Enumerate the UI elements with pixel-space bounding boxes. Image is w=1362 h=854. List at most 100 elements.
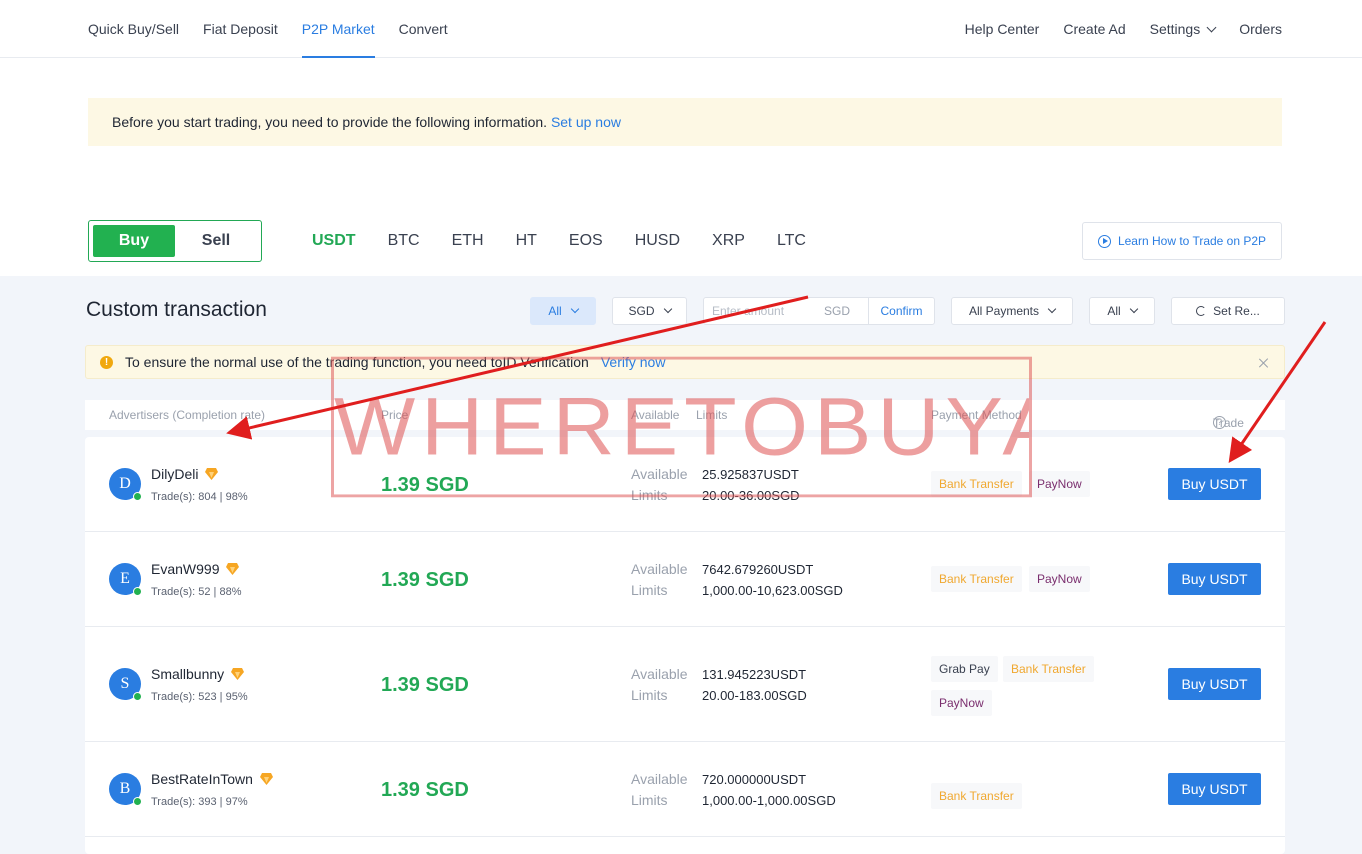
chevron-down-icon <box>663 304 672 314</box>
diamond-icon <box>226 563 240 575</box>
payment-tag-paynow: PayNow <box>931 690 992 716</box>
amount-filter: SGD Confirm <box>703 297 935 325</box>
coin-tab-xrp[interactable]: XRP <box>712 232 745 250</box>
available-value: 131.945223USDT <box>702 667 807 682</box>
trade-stats: Trade(s): 804 | 98% <box>151 491 248 503</box>
chevron-down-icon <box>1047 304 1057 314</box>
limits-label: Limits <box>631 687 668 703</box>
online-dot <box>133 587 142 596</box>
online-dot <box>133 492 142 501</box>
price: 1.39 SGD <box>381 674 469 696</box>
ads-table: D DilyDeli Trade(s): 804 | 98% 1.39 SGD … <box>85 437 1285 854</box>
table-row: S Smallbunny Trade(s): 523 | 95% 1.39 SG… <box>85 627 1285 742</box>
currency-dropdown[interactable]: SGD <box>612 297 687 325</box>
avatar-initial: S <box>120 675 130 692</box>
avatar: S <box>109 668 142 701</box>
nav-help-center[interactable]: Help Center <box>965 0 1040 58</box>
chevron-down-icon <box>570 304 579 314</box>
online-dot <box>133 797 142 806</box>
payment-tag-bank-transfer: Bank Transfer <box>931 566 1022 592</box>
coin-tab-eth[interactable]: ETH <box>452 232 484 250</box>
payment-tag-grab-pay: Grab Pay <box>931 656 998 682</box>
buy-usdt-button[interactable]: Buy USDT <box>1168 773 1261 805</box>
amount-confirm-button[interactable]: Confirm <box>868 298 934 324</box>
learn-how-to-trade-button[interactable]: Learn How to Trade on P2P <box>1082 222 1282 260</box>
coin-tab-ltc[interactable]: LTC <box>777 232 806 250</box>
coin-tab-eos[interactable]: EOS <box>569 232 603 250</box>
avatar-initial: D <box>119 475 131 492</box>
advertiser-name[interactable]: BestRateInTown <box>151 771 273 787</box>
diamond-icon <box>205 468 219 480</box>
chevron-down-icon <box>1129 304 1138 314</box>
available-label: Available <box>631 561 688 577</box>
available-value: 7642.679260USDT <box>702 562 814 577</box>
price: 1.39 SGD <box>381 779 469 801</box>
amount-input[interactable] <box>704 298 824 324</box>
table-row: E EvanW999 Trade(s): 52 | 88% 1.39 SGD A… <box>85 532 1285 627</box>
trade-stats: Trade(s): 393 | 97% <box>151 796 248 808</box>
avatar-initial: E <box>120 570 130 587</box>
advertiser-name[interactable]: DilyDeli <box>151 466 219 482</box>
coin-tabs: USDT BTC ETH HT EOS HUSD XRP LTC <box>312 220 838 262</box>
region-dropdown[interactable]: All <box>1089 297 1155 325</box>
amount-unit: SGD <box>824 304 851 318</box>
limits-value: 20.00-183.00SGD <box>702 688 807 703</box>
avatar: B <box>109 773 142 806</box>
limits-label: Limits <box>631 582 668 598</box>
nav-fiat-deposit[interactable]: Fiat Deposit <box>203 0 278 58</box>
advertiser-name-text: Smallbunny <box>151 666 225 682</box>
coin-tab-btc[interactable]: BTC <box>388 232 420 250</box>
nav-left: Quick Buy/Sell Fiat Deposit P2P Market C… <box>88 0 472 58</box>
advertiser-name-text: DilyDeli <box>151 466 199 482</box>
limits-value: 1,000.00-10,623.00SGD <box>702 583 843 598</box>
chevron-down-icon <box>1206 22 1217 33</box>
region-label: All <box>1107 304 1121 318</box>
payment-tag-paynow: PayNow <box>1029 566 1090 592</box>
nav-quick-buy-sell[interactable]: Quick Buy/Sell <box>88 0 179 58</box>
trade-stats: Trade(s): 52 | 88% <box>151 586 242 598</box>
avatar: D <box>109 468 142 501</box>
sell-tab[interactable]: Sell <box>175 225 257 257</box>
nav-create-ad[interactable]: Create Ad <box>1063 0 1125 58</box>
diamond-icon <box>259 773 273 785</box>
nav-p2p-market[interactable]: P2P Market <box>301 0 375 58</box>
refresh-label: Set Re... <box>1213 304 1260 318</box>
refresh-button[interactable]: Set Re... <box>1171 297 1285 325</box>
section-title: Custom transaction <box>86 298 267 321</box>
payments-dropdown[interactable]: All Payments <box>951 297 1073 325</box>
top-navigation: Quick Buy/Sell Fiat Deposit P2P Market C… <box>0 0 1362 58</box>
payment-tag-paynow: PayNow <box>1029 471 1090 497</box>
advertiser-name[interactable]: Smallbunny <box>151 666 245 682</box>
coin-tab-husd[interactable]: HUSD <box>635 232 680 250</box>
price: 1.39 SGD <box>381 569 469 591</box>
nav-convert[interactable]: Convert <box>399 0 448 58</box>
close-icon[interactable] <box>1258 357 1270 369</box>
buy-usdt-button[interactable]: Buy USDT <box>1168 668 1261 700</box>
buy-sell-toggle: Buy Sell <box>88 220 262 262</box>
payment-tag-bank-transfer: Bank Transfer <box>931 783 1022 809</box>
payment-tag-bank-transfer: Bank Transfer <box>1003 656 1094 682</box>
advertiser-name[interactable]: EvanW999 <box>151 561 240 577</box>
available-label: Available <box>631 666 688 682</box>
coin-tab-usdt[interactable]: USDT <box>312 232 356 250</box>
setup-notice: Before you start trading, you need to pr… <box>88 98 1282 146</box>
avatar-initial: B <box>119 780 131 797</box>
setup-now-link[interactable]: Set up now <box>551 114 621 130</box>
buy-usdt-button[interactable]: Buy USDT <box>1168 468 1261 500</box>
nav-settings[interactable]: Settings <box>1149 0 1217 58</box>
col-advertisers: Advertisers (Completion rate) <box>109 408 266 422</box>
limits-label: Limits <box>631 792 668 808</box>
buy-tab[interactable]: Buy <box>93 225 175 257</box>
available-value: 720.000000USDT <box>702 772 807 787</box>
limits-value: 1,000.00-1,000.00SGD <box>702 793 836 808</box>
warning-icon: ! <box>100 355 113 369</box>
settings-label: Settings <box>1149 21 1201 37</box>
type-filter-label: All <box>548 304 562 318</box>
learn-label: Learn How to Trade on P2P <box>1117 234 1267 248</box>
diamond-icon <box>231 668 245 680</box>
type-filter-dropdown[interactable]: All <box>530 297 596 325</box>
buy-usdt-button[interactable]: Buy USDT <box>1168 563 1261 595</box>
play-icon <box>1097 234 1111 248</box>
coin-tab-ht[interactable]: HT <box>516 232 537 250</box>
nav-orders[interactable]: Orders <box>1239 0 1282 58</box>
